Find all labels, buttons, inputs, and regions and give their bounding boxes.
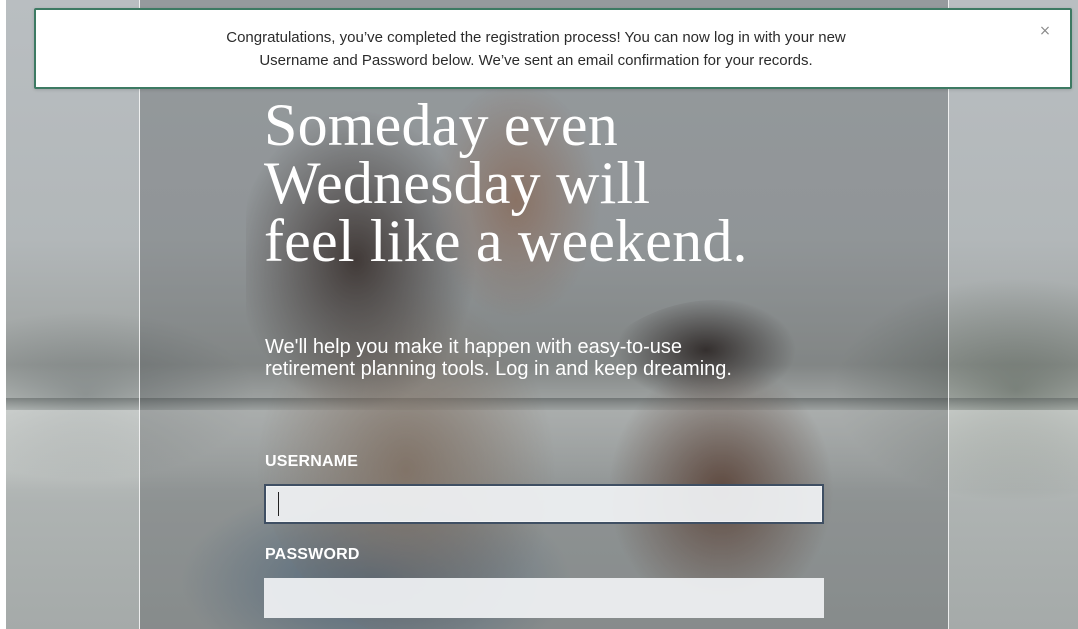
hero-headline: Someday even Wednesday will feel like a … bbox=[264, 92, 864, 274]
password-input[interactable] bbox=[264, 578, 824, 618]
hero-headline-line: Someday even bbox=[264, 92, 618, 158]
login-page: Someday even Wednesday will feel like a … bbox=[0, 0, 1078, 629]
banner-message-line: Username and Password below. We’ve sent … bbox=[259, 52, 813, 69]
hero-headline-line: Wednesday will bbox=[264, 150, 651, 216]
close-icon[interactable]: × bbox=[1036, 22, 1054, 40]
hero-subhead-line: We'll help you make it happen with easy-… bbox=[265, 336, 683, 358]
hero-subhead-line: retirement planning tools. Log in and ke… bbox=[265, 358, 732, 380]
banner-message-line: Congratulations, you’ve completed the re… bbox=[226, 29, 846, 46]
username-input[interactable] bbox=[264, 484, 824, 524]
text-caret bbox=[278, 492, 279, 516]
registration-success-banner: Congratulations, you’ve completed the re… bbox=[34, 8, 1072, 89]
hero-headline-line: feel like a weekend. bbox=[264, 208, 748, 274]
username-label: USERNAME bbox=[265, 453, 359, 470]
password-label: PASSWORD bbox=[265, 546, 360, 563]
banner-message: Congratulations, you’ve completed the re… bbox=[96, 26, 976, 72]
hero-subhead: We'll help you make it happen with easy-… bbox=[265, 336, 825, 380]
